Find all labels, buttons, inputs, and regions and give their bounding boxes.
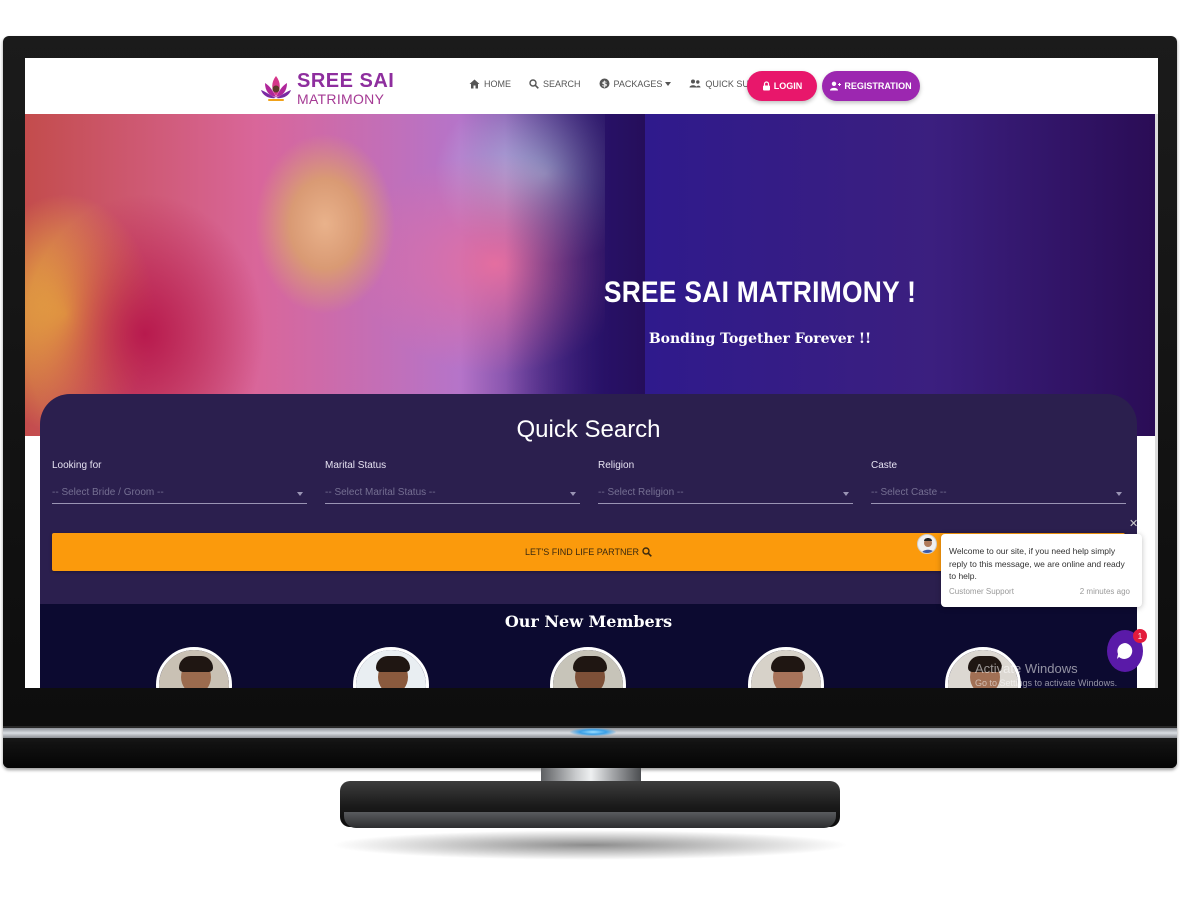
chevron-down-icon <box>570 492 576 496</box>
member-avatar[interactable] <box>550 647 626 688</box>
lotus-logo-icon <box>259 73 293 105</box>
chat-time: 2 minutes ago <box>1079 587 1130 596</box>
hero-photo-fade <box>505 114 645 436</box>
chat-close-icon[interactable]: ✕ <box>1129 517 1138 530</box>
nav-home-label: HOME <box>484 78 511 89</box>
member-avatar[interactable] <box>353 647 429 688</box>
registration-button-label: REGISTRATION <box>844 81 912 91</box>
watermark-line1: Activate Windows <box>975 661 1078 676</box>
logo-line1: SREE SAI <box>297 70 395 92</box>
chat-sender: Customer Support <box>949 587 1014 596</box>
hero-title: SREE SAI MATRIMONY ! <box>603 276 917 309</box>
religion-select[interactable]: -- Select Religion -- <box>598 487 853 504</box>
marital-status-select[interactable]: -- Select Marital Status -- <box>325 487 580 504</box>
new-members-title: Our New Members <box>504 612 673 631</box>
windows-activation-watermark: Activate Windows Go to Settings to activ… <box>975 662 1117 688</box>
religion-field: Religion -- Select Religion -- <box>598 460 853 504</box>
login-button[interactable]: LOGIN <box>747 71 817 101</box>
logo-line2: MATRIMONY <box>297 91 385 107</box>
nav-packages[interactable]: $ PACKAGES <box>599 78 672 89</box>
svg-text:$: $ <box>601 79 607 88</box>
lock-icon <box>762 81 770 91</box>
chevron-down-icon <box>297 492 303 496</box>
member-avatar[interactable] <box>156 647 232 688</box>
marital-status-field: Marital Status -- Select Marital Status … <box>325 460 580 504</box>
user-plus-icon <box>830 81 842 91</box>
nav-search[interactable]: SEARCH <box>529 79 581 89</box>
nav-packages-label: PACKAGES <box>613 78 663 89</box>
dollar-icon: $ <box>599 78 610 89</box>
religion-label: Religion <box>598 460 635 471</box>
hero-subtitle: Bonding Together Forever !! <box>648 331 872 347</box>
chat-popup[interactable]: Welcome to our site, if you need help si… <box>941 534 1142 607</box>
chevron-down-icon <box>1116 492 1122 496</box>
users-icon <box>689 79 701 88</box>
home-icon <box>469 79 480 88</box>
stand-shadow <box>330 830 850 860</box>
hero-banner: SREE SAI MATRIMONY ! Bonding Together Fo… <box>25 114 1158 436</box>
monitor-stand-rim <box>344 812 836 828</box>
religion-placeholder: -- Select Religion -- <box>598 487 684 498</box>
navbar: SREE SAI MATRIMONY HOME SEARCH $ PACKAGE… <box>25 58 1158 114</box>
quick-search-title: Quick Search <box>516 416 661 443</box>
marital-status-placeholder: -- Select Marital Status -- <box>325 487 436 498</box>
support-agent-avatar <box>917 534 937 554</box>
looking-for-placeholder: -- Select Bride / Groom -- <box>52 487 164 498</box>
marital-status-label: Marital Status <box>325 460 387 471</box>
chat-unread-badge: 1 <box>1133 629 1147 643</box>
power-light <box>570 728 616 736</box>
site-logo[interactable]: SREE SAI MATRIMONY <box>259 71 394 106</box>
registration-button[interactable]: REGISTRATION <box>822 71 920 101</box>
caste-label: Caste <box>871 460 898 471</box>
new-members-section: Our New Members <box>40 604 1137 688</box>
looking-for-label: Looking for <box>52 460 102 471</box>
caste-select[interactable]: -- Select Caste -- <box>871 487 1126 504</box>
member-avatar[interactable] <box>748 647 824 688</box>
search-icon <box>642 547 652 557</box>
find-partner-label: LET'S FIND LIFE PARTNER <box>525 547 639 557</box>
search-icon <box>529 78 539 89</box>
watermark-line2: Go to Settings to activate Windows. <box>975 678 1118 688</box>
right-edge <box>1155 114 1158 688</box>
nav-search-label: SEARCH <box>543 78 581 89</box>
caste-placeholder: -- Select Caste -- <box>871 487 947 498</box>
chat-message: Welcome to our site, if you need help si… <box>949 546 1125 581</box>
caste-field: Caste -- Select Caste -- <box>871 460 1126 504</box>
login-button-label: LOGIN <box>773 81 803 91</box>
chevron-down-icon <box>665 81 672 86</box>
nav-home[interactable]: HOME <box>469 79 511 89</box>
chat-icon <box>1117 643 1133 659</box>
looking-for-select[interactable]: -- Select Bride / Groom -- <box>52 487 307 504</box>
looking-for-field: Looking for -- Select Bride / Groom -- <box>52 460 307 504</box>
chevron-down-icon <box>843 492 849 496</box>
